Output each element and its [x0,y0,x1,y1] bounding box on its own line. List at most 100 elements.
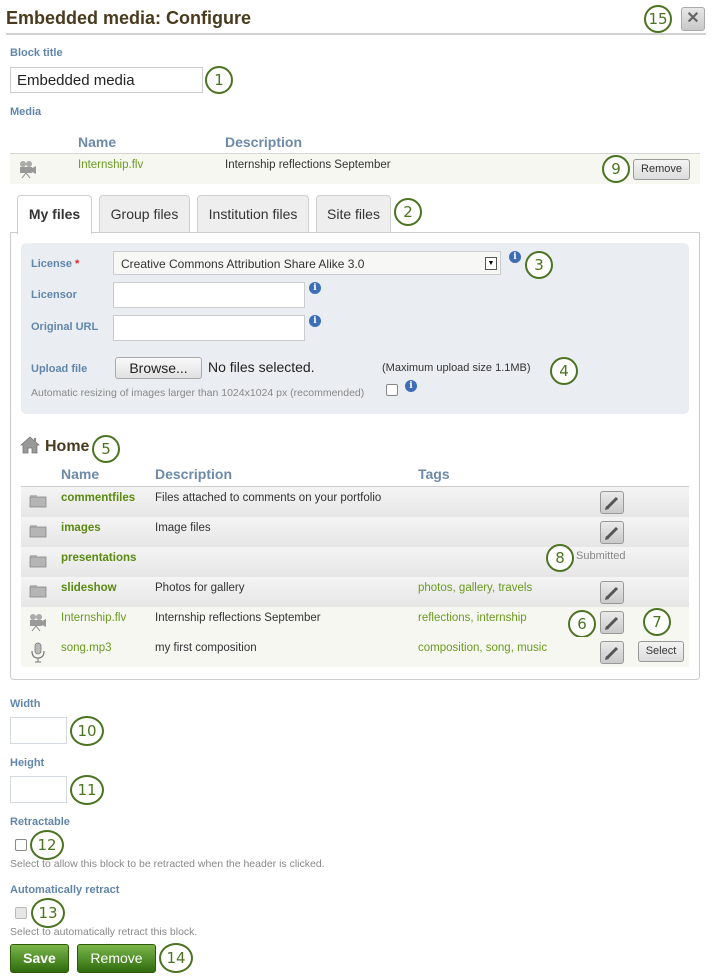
callout-14: 14 [159,943,193,973]
tab-site-files[interactable]: Site files [316,195,391,233]
file-row: presentations Submitted [21,547,689,577]
info-icon[interactable]: i [309,282,321,294]
file-row: commentfiles Files attached to comments … [21,487,689,517]
block-title-label: Block title [10,47,63,59]
video-camera-icon [18,159,38,182]
pencil-icon [601,586,623,606]
folder-icon [29,584,47,601]
file-row: slideshow Photos for gallery photos, gal… [21,577,689,607]
callout-13: 13 [31,898,65,928]
dialog-title: Embedded media: Configure [6,8,252,28]
file-name-link[interactable]: slideshow [61,582,117,594]
title-divider [6,33,706,35]
file-description: Image files [155,522,211,534]
height-input[interactable] [10,776,67,803]
pencil-icon [601,646,623,666]
remove-block-button[interactable]: Remove [77,944,156,973]
max-upload-size: (Maximum upload size 1.1MB) [382,362,531,374]
no-files-text: No files selected. [208,359,315,375]
edit-button[interactable] [600,491,624,514]
media-col-name: Name [78,134,117,150]
resize-images-checkbox[interactable] [386,384,398,396]
license-select-value: Creative Commons Attribution Share Alike… [121,257,365,271]
edit-button[interactable] [600,521,624,544]
callout-2: 2 [394,198,422,226]
remove-media-button[interactable]: Remove [633,159,690,180]
file-name-link[interactable]: song.mp3 [61,642,112,654]
callout-8: 8 [546,544,574,572]
close-button[interactable]: ✕ [681,7,705,31]
browse-button[interactable]: Browse... [115,357,202,379]
original-url-input[interactable] [113,315,305,341]
microphone-icon [30,642,46,667]
file-row: song.mp3 my first composition compositio… [21,637,689,667]
chevron-down-icon: ▼ [485,257,497,270]
folder-title: Home [45,438,90,455]
close-x-icon: ✕ [686,10,700,27]
file-description: Files attached to comments on your portf… [155,492,382,504]
save-button[interactable]: Save [10,944,69,973]
licensor-input[interactable] [113,282,305,308]
edit-button[interactable] [600,641,624,664]
callout-4: 4 [550,357,578,385]
file-name-link[interactable]: Internship.flv [61,612,126,624]
callout-3: 3 [525,251,553,279]
file-tags[interactable]: photos, gallery, travels [418,582,532,594]
file-name-link[interactable]: commentfiles [61,492,135,504]
edit-button[interactable] [600,611,624,634]
select-file-button[interactable]: Select [638,641,684,662]
license-select[interactable]: Creative Commons Attribution Share Alike… [113,251,501,275]
resize-images-text: Automatic resizing of images larger than… [31,387,365,399]
tab-group-files[interactable]: Group files [99,195,190,233]
auto-retract-checkbox[interactable] [15,907,27,919]
file-name-link[interactable]: presentations [61,552,136,564]
original-url-label: Original URL [31,321,99,333]
files-col-description: Description [155,466,233,482]
video-camera-icon [28,612,48,635]
retractable-hint: Select to allow this block to be retract… [10,858,325,870]
block-title-input[interactable] [10,67,203,93]
callout-9: 9 [602,155,630,183]
selected-media-name[interactable]: Internship.flv [78,159,143,171]
selected-media-description: Internship reflections September [225,159,391,171]
tab-my-files[interactable]: My files [17,195,92,234]
submitted-status: Submitted [576,550,626,562]
auto-retract-label: Automatically retract [10,884,120,896]
file-tags[interactable]: reflections, internship [418,612,527,624]
folder-icon [29,524,47,541]
pencil-icon [601,496,623,516]
required-marker: * [75,258,80,270]
license-label: License * [31,258,80,270]
media-col-description: Description [225,134,303,150]
callout-5: 5 [92,435,120,463]
callout-15: 15 [644,5,672,33]
callout-7: 7 [643,608,671,636]
upload-file-label: Upload file [31,363,88,375]
file-name-link[interactable]: images [61,522,101,534]
home-icon [19,436,41,457]
width-label: Width [10,698,41,710]
auto-retract-hint: Select to automatically retract this blo… [10,926,198,938]
file-description: Photos for gallery [155,582,245,594]
pencil-icon [601,616,623,636]
file-description: my first composition [155,642,257,654]
file-description: Internship reflections September [155,612,321,624]
folder-icon [29,554,47,571]
pencil-icon [601,526,623,546]
height-label: Height [10,757,45,769]
callout-6: 6 [568,610,596,638]
info-icon[interactable]: i [405,380,417,392]
retractable-checkbox[interactable] [15,839,27,851]
info-icon[interactable]: i [509,251,521,263]
callout-1: 1 [205,66,233,94]
folder-icon [29,494,47,511]
tab-institution-files[interactable]: Institution files [197,195,309,233]
callout-10: 10 [70,716,104,746]
width-input[interactable] [10,717,67,744]
edit-button[interactable] [600,581,624,604]
files-col-name: Name [61,466,100,482]
callout-12: 12 [30,830,64,860]
info-icon[interactable]: i [309,315,321,327]
callout-11: 11 [70,775,104,805]
file-tags[interactable]: composition, song, music [418,642,547,654]
